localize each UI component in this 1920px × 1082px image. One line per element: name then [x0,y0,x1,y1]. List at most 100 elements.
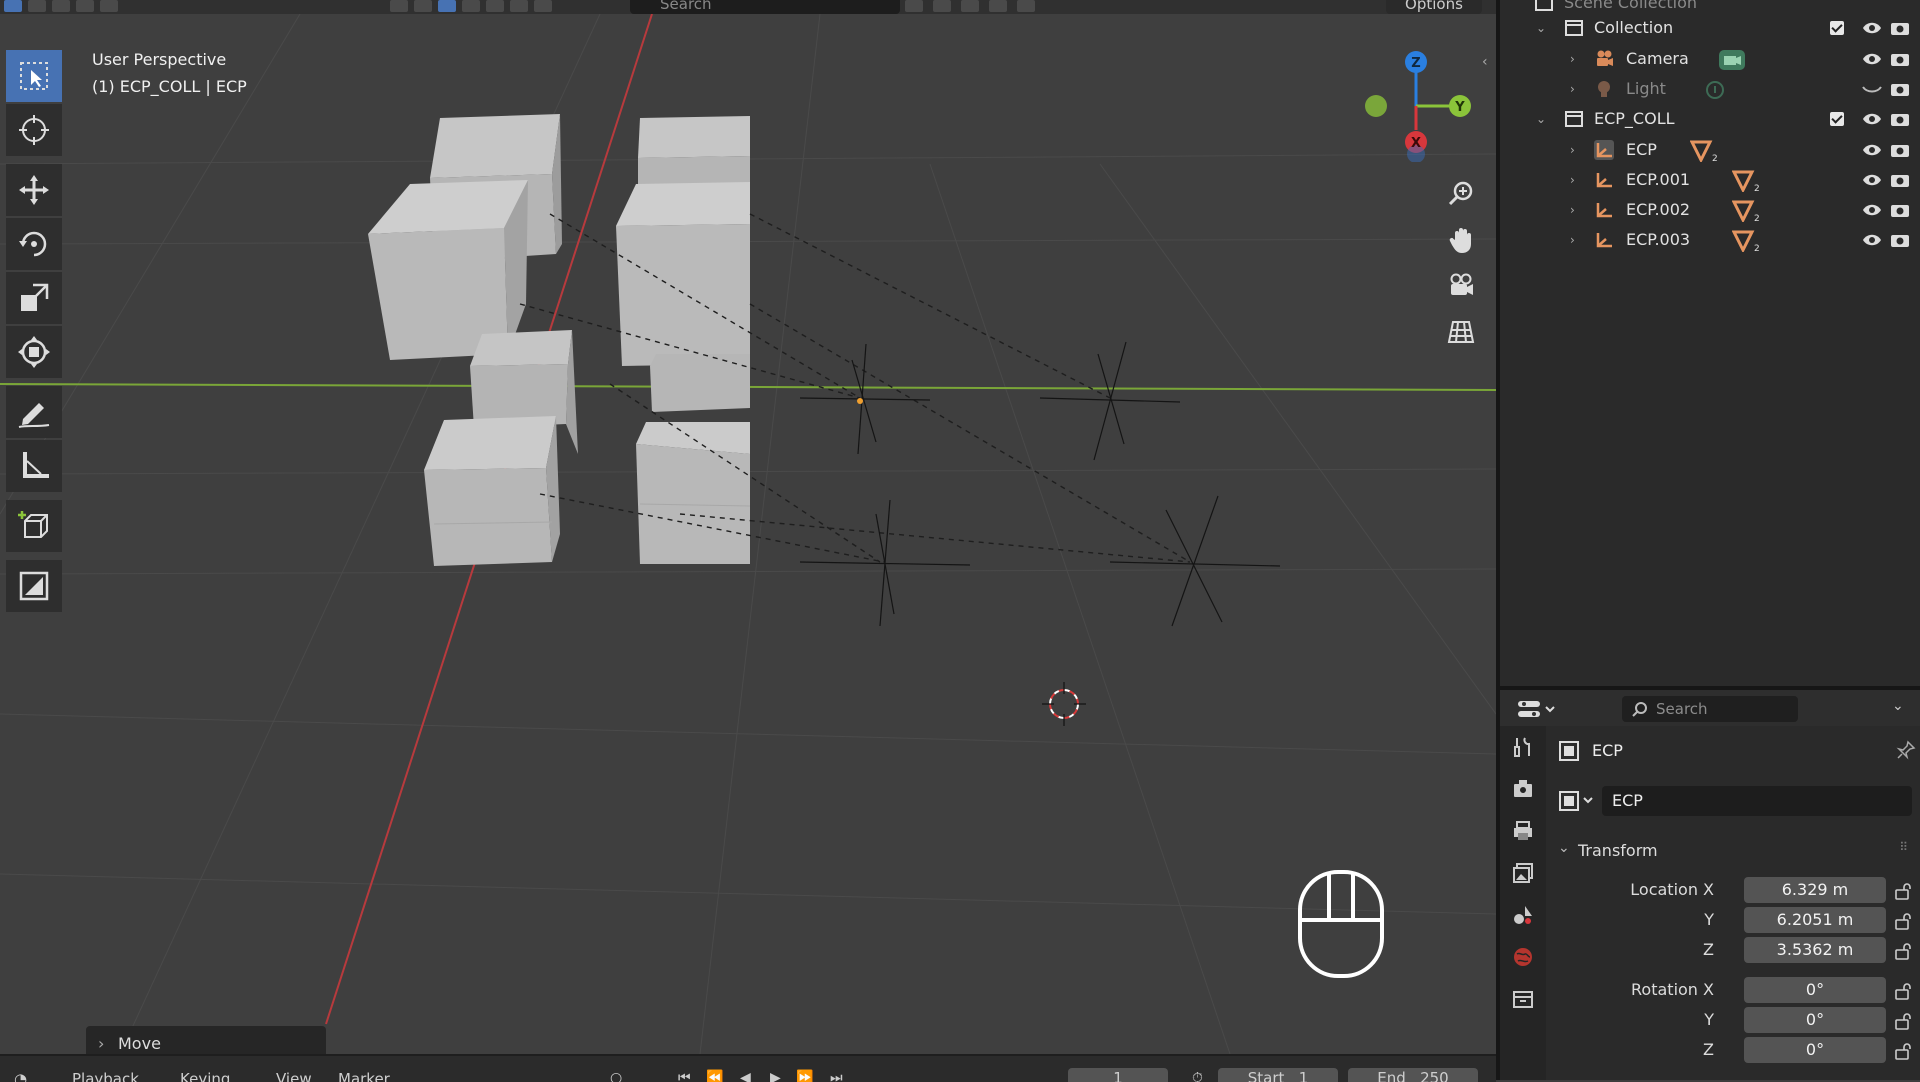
record-icon[interactable]: ○ [610,1070,622,1082]
select-extend-icon[interactable] [28,0,46,12]
chevron-right-icon[interactable]: › [1570,165,1575,195]
constraint-icon[interactable]: 2 [1690,140,1718,162]
lock-open-icon[interactable] [1894,1012,1914,1030]
stopwatch-icon[interactable]: ⏱ [1192,1070,1203,1082]
chevron-right-icon[interactable]: › [1570,74,1575,104]
constraint-icon[interactable]: 2 [1732,170,1760,192]
editor-type-icon[interactable] [1516,698,1556,720]
render-camera-icon[interactable] [1890,51,1910,67]
eye-icon[interactable] [1862,51,1882,67]
constraint-icon[interactable]: 2 [1732,230,1760,252]
select-invert-icon[interactable] [76,0,94,12]
play-icon[interactable]: ▶ [770,1070,781,1082]
chevron-right-icon[interactable]: › [1570,195,1575,225]
outliner-row-ecp-002[interactable]: › ECP.002 2 [1500,195,1920,225]
jump-start-icon[interactable]: ⏮ [678,1070,691,1082]
tab-scene[interactable] [1500,894,1546,936]
view-menu[interactable]: View [276,1070,312,1082]
render-camera-icon[interactable] [1890,142,1910,158]
empty-ecp[interactable] [799,343,931,455]
keying-menu[interactable]: Keying [180,1070,230,1082]
chevron-down-icon[interactable]: ⌄ [1536,13,1546,43]
tool-transform[interactable] [6,326,62,378]
pan-button[interactable] [1441,220,1481,260]
tool-measure[interactable] [6,440,62,492]
tool-select-box[interactable] [6,50,62,102]
object-data-icon[interactable] [462,0,480,12]
outliner-row-camera[interactable]: › Camera [1500,44,1920,74]
transform-panel-header[interactable]: ⌄ Transform ⠿ [1558,838,1908,866]
chevron-down-icon[interactable]: ⌄ [1892,698,1904,714]
shield-icon[interactable] [1017,0,1035,12]
tab-render[interactable] [1500,768,1546,810]
drag-handle-icon[interactable]: ⠿ [1899,840,1908,854]
render-camera-icon[interactable] [1890,202,1910,218]
tool-scale[interactable] [6,272,62,324]
camera-data-icon[interactable] [1718,49,1746,71]
navigation-gizmo[interactable]: Z Y X [1346,42,1486,162]
render-camera-icon[interactable] [1890,232,1910,248]
outliner-row-ecp-coll[interactable]: ⌄ ECP_COLL [1500,104,1920,134]
object-type-dropdown-icon[interactable] [1558,790,1598,812]
chevron-down-icon[interactable]: ⌄ [1536,104,1546,134]
options-dropdown[interactable]: Options [1386,0,1482,14]
select-intersect-icon[interactable] [100,0,118,12]
location-z-field[interactable]: 3.5362 m [1744,937,1886,963]
render-camera-icon[interactable] [1890,81,1910,97]
lock-open-icon[interactable] [1894,882,1914,900]
lock-open-icon[interactable] [1894,942,1914,960]
outliner-row-collection[interactable]: ⌄ Collection [1500,13,1920,43]
marker-menu[interactable]: Marker [338,1070,390,1082]
tab-tool[interactable] [1500,726,1546,768]
play-reverse-icon[interactable]: ◀ [740,1070,751,1082]
ortho-toggle-button[interactable] [1441,312,1481,352]
object-name-field[interactable]: ECP [1602,786,1912,816]
editor-type-icon[interactable]: ◔ [14,1070,27,1082]
layers-icon[interactable] [534,0,552,12]
scene-canvas[interactable] [0,14,1496,1054]
eye-closed-icon[interactable] [1862,81,1882,97]
chevron-right-icon[interactable]: › [1570,225,1575,255]
tool-move[interactable] [6,164,62,216]
render-camera-icon[interactable] [1890,111,1910,127]
snap-icon[interactable] [486,0,504,12]
lock-open-icon[interactable] [1894,982,1914,1000]
neg-y-axis-ball[interactable] [1365,95,1387,117]
color-picker-icon[interactable] [414,0,432,12]
toggle-icon[interactable] [905,0,923,12]
proportional-icon[interactable] [510,0,528,12]
tab-world[interactable] [1500,936,1546,978]
chevron-right-icon[interactable]: › [1570,44,1575,74]
lock-open-icon[interactable] [1894,1042,1914,1060]
object-mode-icon[interactable] [438,0,456,12]
properties-search-input[interactable]: Search [1622,696,1798,722]
tab-output[interactable] [1500,810,1546,852]
empty-ecp-001[interactable] [1039,341,1181,461]
location-x-field[interactable]: 6.329 m [1744,877,1886,903]
rotation-y-field[interactable]: 0° [1744,1007,1886,1033]
rotation-x-field[interactable]: 0° [1744,977,1886,1003]
select-box-icon[interactable] [4,0,22,12]
tool-rotate[interactable] [6,218,62,270]
constraint-icon[interactable]: 2 [1732,200,1760,222]
eye-icon[interactable] [1862,142,1882,158]
tool-cursor[interactable] [6,104,62,156]
bookmark-icon[interactable] [933,0,951,12]
eye-icon[interactable] [1862,111,1882,127]
pin-icon[interactable] [1896,740,1916,760]
empty-ecp-003[interactable] [1109,495,1281,627]
light-data-icon[interactable] [1704,79,1726,101]
tab-view-layer[interactable] [1500,852,1546,894]
lock-open-icon[interactable] [1894,912,1914,930]
tab-collection[interactable] [1500,978,1546,1020]
cube-group[interactable] [368,114,751,566]
exclude-checkbox[interactable] [1830,112,1844,126]
last-operator-panel[interactable]: › Move [86,1026,326,1054]
camera-view-button[interactable] [1441,266,1481,306]
overlay-icon[interactable] [390,0,408,12]
rotation-z-field[interactable]: 0° [1744,1037,1886,1063]
chevron-right-icon[interactable]: › [1570,135,1575,165]
eye-icon[interactable] [1862,172,1882,188]
eye-icon[interactable] [1862,232,1882,248]
location-y-field[interactable]: 6.2051 m [1744,907,1886,933]
